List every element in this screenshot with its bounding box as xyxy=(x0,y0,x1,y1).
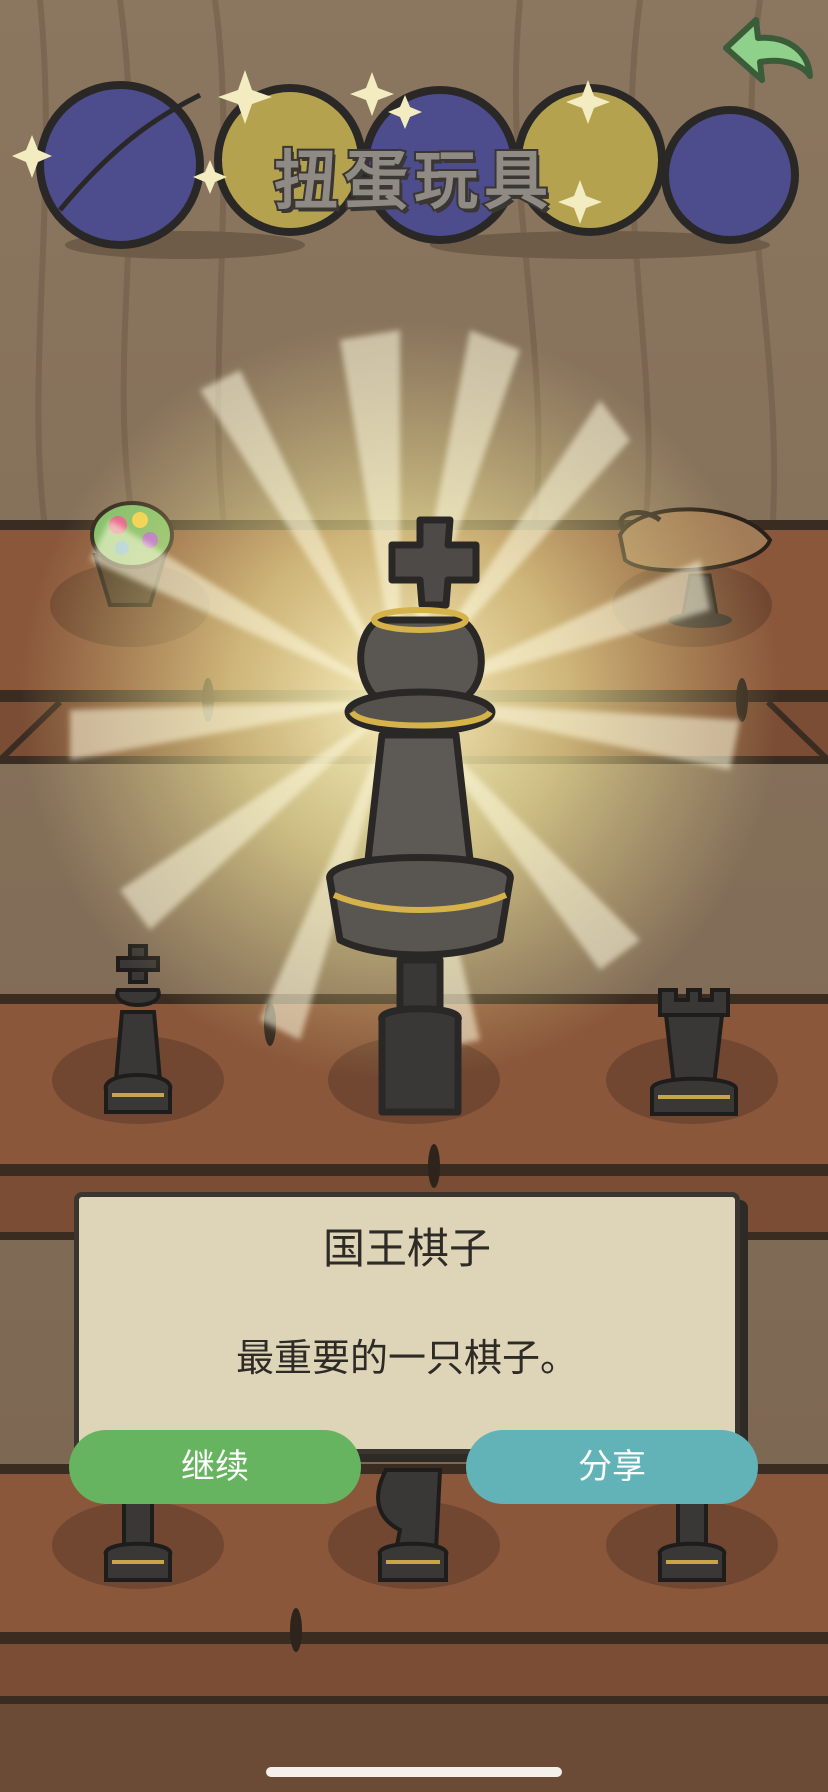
item-description: 最重要的一只棋子。 xyxy=(235,1336,578,1380)
back-arrow-icon xyxy=(723,17,813,83)
home-indicator[interactable] xyxy=(266,1767,562,1777)
scene-background xyxy=(0,0,828,1792)
share-button[interactable]: 分享 xyxy=(466,1430,758,1504)
back-button[interactable] xyxy=(712,14,816,98)
game-screen: 扭蛋玩具 国王棋子 最重要的一只棋子。 继续 分享 xyxy=(0,0,828,1792)
item-name: 国王棋子 xyxy=(322,1224,491,1273)
page-title: 扭蛋玩具 xyxy=(272,143,554,221)
continue-button[interactable]: 继续 xyxy=(69,1430,361,1504)
item-info-dialog: 国王棋子 最重要的一只棋子。 xyxy=(74,1192,740,1454)
